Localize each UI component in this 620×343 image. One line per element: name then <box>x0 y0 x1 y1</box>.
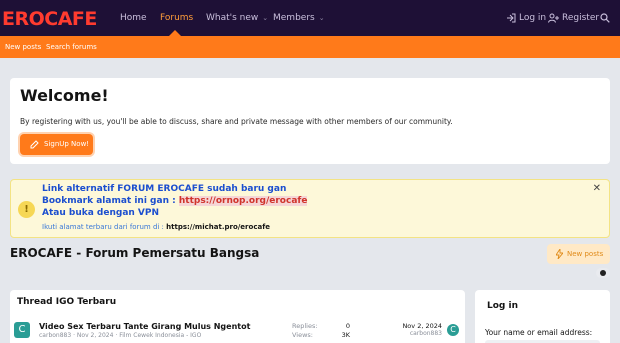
nav-tab-home[interactable]: Home <box>120 0 147 36</box>
sign-in-icon <box>507 13 516 22</box>
svg-text:EROCAFE: EROCAFE <box>2 8 97 30</box>
notice-line-2: Bookmark alamat ini gan : https://ornop.… <box>42 196 308 206</box>
last-poster-avatar[interactable]: C <box>447 324 459 336</box>
sub-navbar: New posts Search forums <box>0 36 620 58</box>
login-label: Log in <box>519 13 547 23</box>
register-link[interactable]: Register <box>548 0 599 36</box>
nav-tab-label: What's new <box>206 13 259 23</box>
notice-line-1: Link alternatif FORUM EROCAFE sudah baru… <box>42 184 287 194</box>
erocafe-logo[interactable]: EROCAFE <box>2 6 98 30</box>
notice-small-prefix: Ikuti alamat terbaru dari forum di : <box>42 223 164 231</box>
nav-tab-label: Home <box>120 13 147 23</box>
top-navbar: EROCAFE Home Forums What's new ⌄ Members ⌄… <box>0 0 620 36</box>
chevron-down-icon[interactable]: ⌄ <box>262 14 268 22</box>
signup-label: SignUp Now! <box>44 140 90 148</box>
search-forums-link[interactable]: Search forums <box>46 36 97 58</box>
thread-widget: Thread IGO Terbaru C Video Sex Terbaru T… <box>10 290 465 343</box>
notice-line-2-prefix: Bookmark alamat ini gan : <box>42 196 176 206</box>
views-count: 3K <box>341 331 350 339</box>
login-link[interactable]: Log in <box>506 0 546 36</box>
search-button[interactable] <box>600 0 613 36</box>
avatar[interactable]: C <box>14 322 30 338</box>
welcome-title: Welcome! <box>20 86 109 105</box>
notice-small-line: Ikuti alamat terbaru dari forum di : htt… <box>42 223 270 231</box>
nav-tab-label: Forums <box>160 13 194 23</box>
notice-line-3: Atau buka dengan VPN <box>42 208 160 218</box>
views-label: Views: <box>292 331 314 339</box>
nav-tab-label: Members <box>273 13 315 23</box>
last-post-user[interactable]: carbon883 <box>395 330 442 337</box>
close-icon[interactable]: ✕ <box>593 183 601 194</box>
edit-icon <box>30 140 39 149</box>
thread-author[interactable]: carbon883 <box>39 332 71 339</box>
page-title: EROCAFE - Forum Pemersatu Bangsa <box>10 246 260 260</box>
thread-title-link[interactable]: Video Sex Terbaru Tante Girang Mulus Nge… <box>39 322 250 331</box>
login-widget-title: Log in <box>487 301 518 311</box>
nav-tab-whats-new[interactable]: What's new ⌄ <box>206 0 268 36</box>
search-icon <box>600 12 610 23</box>
thread-widget-title: Thread IGO Terbaru <box>17 297 117 307</box>
notice-small-link[interactable]: https://michat.pro/erocafe <box>166 223 270 231</box>
chevron-down-icon[interactable]: ⌄ <box>319 14 325 22</box>
welcome-text: By registering with us, you'll be able t… <box>20 117 453 126</box>
signup-button[interactable]: SignUp Now! <box>20 134 93 155</box>
bolt-icon <box>556 249 563 259</box>
nav-tab-members[interactable]: Members ⌄ <box>273 0 325 36</box>
new-posts-button-label: New posts <box>567 250 604 258</box>
replies-count: 0 <box>345 322 350 330</box>
replies-label: Replies: <box>292 322 318 330</box>
user-plus-icon <box>548 13 559 23</box>
thread-forum[interactable]: Film Cewek Indonesia - IGO <box>119 332 201 339</box>
notice-banner: ! Link alternatif FORUM EROCAFE sudah ba… <box>10 179 610 238</box>
style-toggle[interactable] <box>596 268 610 278</box>
notice-bookmark-link[interactable]: https://ornop.org/erocafe <box>178 196 308 206</box>
thread-date: Nov 2, 2024 <box>76 332 114 339</box>
thread-meta: carbon883 · Nov 2, 2024 · Film Cewek Ind… <box>39 332 202 339</box>
toggle-knob <box>600 270 606 276</box>
new-posts-button[interactable]: New posts <box>547 244 610 264</box>
login-field-label: Your name or email address: <box>485 328 593 337</box>
welcome-card: Welcome! By registering with us, you'll … <box>10 78 610 164</box>
register-label: Register <box>562 13 600 23</box>
last-post-date[interactable]: Nov 2, 2024 <box>395 322 442 330</box>
info-icon: ! <box>18 201 35 218</box>
login-widget: Log in Your name or email address: <box>475 290 610 343</box>
new-posts-link[interactable]: New posts <box>5 36 41 58</box>
